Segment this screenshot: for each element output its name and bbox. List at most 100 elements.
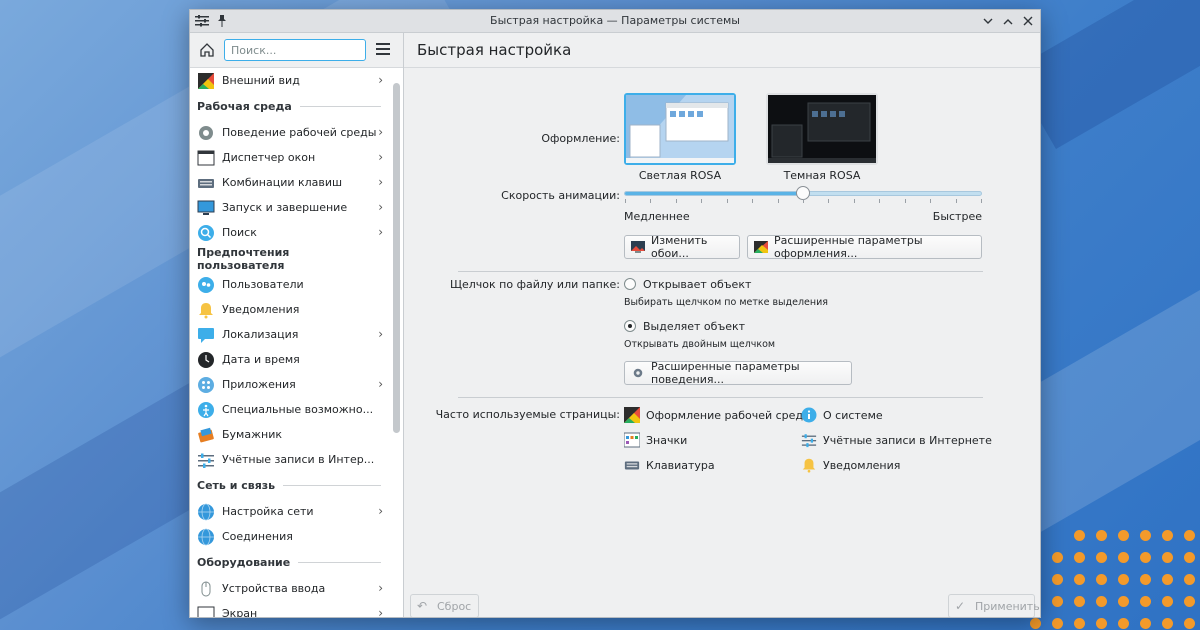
wallpaper-dot: [1140, 596, 1151, 607]
frequent-page-link[interactable]: Значки: [623, 431, 687, 449]
chevron-right-icon: ›: [378, 504, 383, 518]
wallpaper-dot: [1140, 552, 1151, 563]
sidebar-item[interactable]: Специальные возможно...: [190, 397, 389, 422]
slider-tick: [904, 199, 906, 203]
theme-label: Оформление:: [541, 132, 620, 145]
sidebar-item-label: Устройства ввода: [222, 582, 326, 595]
frequent-page-link[interactable]: Клавиатура: [624, 456, 715, 474]
wallpaper-dot: [1184, 618, 1195, 629]
apps-icon: [197, 376, 215, 394]
gear-icon: [197, 124, 215, 142]
sidebar-item-label: Поведение рабочей среды: [222, 126, 377, 139]
main-panel: Быстрая настройка Оформление: Светлая RO…: [404, 33, 1040, 617]
search-input[interactable]: [224, 39, 366, 61]
radio-open-object[interactable]: [624, 278, 636, 290]
slider-tick: [675, 199, 677, 203]
sidebar-item-label: Соединения: [222, 530, 293, 543]
slider-tick: [930, 199, 932, 203]
sliders-icon: [197, 451, 215, 469]
radio-select-object[interactable]: [624, 320, 636, 332]
clock-icon: [197, 351, 215, 369]
wallpaper-dots: [1030, 530, 1200, 630]
chevron-right-icon: ›: [378, 200, 383, 214]
sidebar-item[interactable]: Пользователи: [190, 272, 389, 297]
wallpaper-dot: [1184, 596, 1195, 607]
sidebar-item[interactable]: Запуск и завершение ›: [190, 195, 389, 220]
window-icon: [197, 149, 215, 167]
maximize-chevron-icon[interactable]: [1000, 13, 1016, 29]
sidebar-item-appearance[interactable]: Внешний вид ›: [190, 68, 389, 93]
sidebar-item[interactable]: Локализация ›: [190, 322, 389, 347]
slider-tick: [879, 199, 881, 203]
sidebar-scrollbar[interactable]: [393, 71, 400, 609]
wallpaper-dot: [1118, 574, 1129, 585]
wallpaper-dot: [1052, 552, 1063, 563]
section-divider: [458, 271, 983, 272]
sidebar-item[interactable]: Учётные записи в Интер...: [190, 447, 389, 472]
category-label: Предпочтения пользователя: [197, 245, 290, 272]
display-icon: [197, 605, 215, 617]
category-divider: [283, 485, 381, 486]
category-label: Рабочая среда: [197, 100, 292, 113]
change-wallpaper-button[interactable]: Изменить обои...: [624, 234, 740, 260]
wallpaper-dot: [1074, 618, 1085, 629]
slider-tick: [752, 199, 754, 203]
theme-dark-caption: Темная ROSA: [783, 169, 861, 182]
sidebar-item[interactable]: Соединения: [190, 524, 389, 549]
sidebar-item[interactable]: Комбинации клавиш ›: [190, 170, 389, 195]
window-title: Быстрая настройка — Параметры системы: [490, 14, 740, 27]
dark-desktop-preview: [768, 95, 876, 163]
behavior-settings-button[interactable]: Расширенные параметры поведения...: [624, 360, 852, 386]
sidebar-item[interactable]: Экран ›: [190, 601, 389, 617]
theme-light-thumbnail[interactable]: [624, 93, 736, 165]
close-icon[interactable]: [1020, 13, 1036, 29]
hamburger-menu-icon[interactable]: [376, 43, 390, 55]
sidebar-category-title: Рабочая среда: [190, 93, 389, 120]
sidebar-item[interactable]: Устройства ввода ›: [190, 576, 389, 601]
sidebar-item[interactable]: Поиск ›: [190, 220, 389, 245]
sidebar-item[interactable]: Дата и время: [190, 347, 389, 372]
gear-icon: [633, 368, 643, 378]
globe-icon: [197, 503, 215, 521]
sidebar-item[interactable]: Поведение рабочей среды ›: [190, 120, 389, 145]
frequent-page-label: Учётные записи в Интернете: [823, 433, 992, 447]
minimize-chevron-icon[interactable]: [980, 13, 996, 29]
reset-button[interactable]: ↶ Сброс: [410, 594, 479, 617]
appearance-settings-button[interactable]: Расширенные параметры оформления...: [747, 234, 982, 260]
chevron-right-icon: ›: [378, 175, 383, 189]
wallpaper-dot: [1074, 596, 1085, 607]
frequent-page-label: Клавиатура: [646, 458, 715, 472]
frequent-page-link[interactable]: Оформление рабочей среды: [624, 406, 812, 424]
chevron-right-icon: ›: [378, 225, 383, 239]
sidebar-item[interactable]: Приложения ›: [190, 372, 389, 397]
slider-fast-label: Быстрее: [932, 210, 982, 223]
frequent-page-link[interactable]: О системе: [801, 406, 883, 424]
sidebar-list: Внешний вид › Рабочая среда Поведение раб…: [190, 68, 389, 617]
slider-tick: [803, 199, 804, 203]
frequent-page-link[interactable]: Уведомления: [801, 456, 900, 474]
slider-tick: [955, 199, 957, 203]
wallpaper-dot: [1118, 530, 1129, 541]
wallet-icon: [197, 426, 215, 444]
sidebar-item-label: Бумажник: [222, 428, 282, 441]
theme-dark-thumbnail[interactable]: [766, 93, 878, 165]
sidebar-category-title: Предпочтения пользователя: [190, 245, 389, 272]
sidebar-item[interactable]: Настройка сети ›: [190, 499, 389, 524]
page-header: Быстрая настройка: [404, 33, 1040, 68]
chevron-right-icon: ›: [378, 73, 383, 87]
frequent-page-link[interactable]: Учётные записи в Интернете: [801, 431, 992, 449]
sidebar-item[interactable]: Уведомления: [190, 297, 389, 322]
palette-icon: [198, 72, 214, 89]
apply-button[interactable]: ✓ Применить: [948, 594, 1040, 617]
title-bar[interactable]: Быстрая настройка — Параметры системы: [190, 10, 1040, 33]
sidebar-item[interactable]: Диспетчер окон ›: [190, 145, 389, 170]
wallpaper-dot: [1096, 552, 1107, 563]
slider-tick: [625, 199, 626, 203]
scrollbar-thumb[interactable]: [393, 83, 400, 433]
wallpaper-dot: [1162, 574, 1173, 585]
sidebar-toolbar: [190, 33, 403, 68]
sidebar-item[interactable]: Бумажник: [190, 422, 389, 447]
slider-handle[interactable]: [796, 186, 810, 200]
wallpaper-dot: [1140, 618, 1151, 629]
home-icon[interactable]: [198, 41, 216, 59]
